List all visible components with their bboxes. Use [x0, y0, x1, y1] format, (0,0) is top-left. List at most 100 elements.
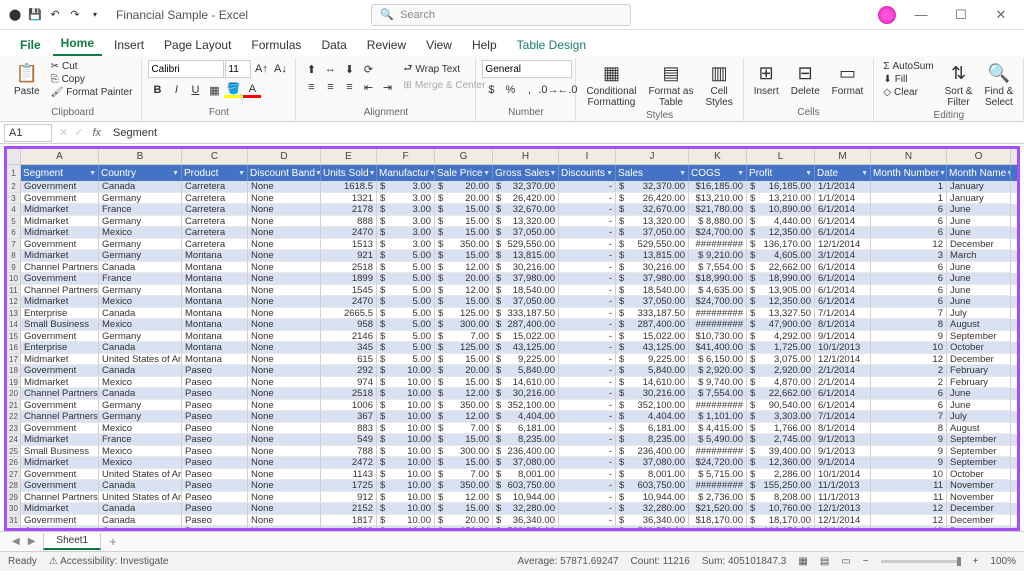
cell[interactable]: Mexico [99, 227, 182, 239]
cell[interactable]: 22,662.00 [747, 388, 815, 400]
indent-dec-icon[interactable]: ⇤ [359, 78, 377, 96]
cell[interactable]: 14,610.00 [493, 377, 559, 389]
avatar[interactable] [878, 6, 896, 24]
filter-dropdown-icon[interactable]: ▼ [1006, 170, 1011, 177]
cell[interactable]: 15.00 [435, 296, 493, 308]
cell[interactable]: 12/1/2014 [815, 515, 871, 527]
name-box[interactable]: A1 [4, 124, 52, 142]
cell[interactable]: June [947, 285, 1011, 297]
cell[interactable]: - [559, 342, 616, 354]
cell[interactable]: None [248, 331, 321, 343]
cell[interactable]: 6/1/2014 [815, 388, 871, 400]
cell[interactable]: 15.00 [435, 354, 493, 366]
cell[interactable]: 529,550.00 [493, 239, 559, 251]
filter-dropdown-icon[interactable]: ▼ [805, 170, 812, 177]
cell[interactable]: 5.00 [377, 331, 435, 343]
cell[interactable]: - [559, 423, 616, 435]
cell[interactable]: 3.00 [377, 227, 435, 239]
column-header[interactable]: C [182, 149, 248, 164]
cell[interactable]: 11 [871, 480, 947, 492]
cell[interactable]: 43,125.00 [616, 342, 689, 354]
comma-icon[interactable]: , [520, 81, 538, 99]
column-header[interactable]: J [616, 149, 689, 164]
cell[interactable]: 20.00 [435, 365, 493, 377]
filter-dropdown-icon[interactable]: ▼ [939, 170, 946, 177]
cell[interactable]: 6/1/2014 [815, 204, 871, 216]
cell[interactable]: 333,187.50 [616, 308, 689, 320]
underline-button[interactable]: U [186, 81, 204, 99]
cell[interactable]: None [248, 285, 321, 297]
cell[interactable]: 12/1/2014 [815, 239, 871, 251]
cell[interactable]: 7.00 [435, 469, 493, 481]
cell[interactable]: 12 [871, 526, 947, 531]
align-top-icon[interactable]: ⬆ [302, 60, 320, 78]
cell[interactable]: Midmarket [21, 296, 99, 308]
cell[interactable]: - [559, 308, 616, 320]
view-normal-icon[interactable]: ▦ [798, 556, 807, 567]
cell[interactable]: Canada [99, 388, 182, 400]
cell[interactable]: - [559, 434, 616, 446]
cell[interactable]: 10.00 [377, 377, 435, 389]
cell[interactable]: 6/1/2014 [815, 262, 871, 274]
cell[interactable]: Paseo [182, 423, 248, 435]
cell[interactable]: February [947, 365, 1011, 377]
cell[interactable]: Midmarket [21, 216, 99, 228]
column-header[interactable]: M [815, 149, 871, 164]
cell[interactable]: - [559, 193, 616, 205]
cell[interactable]: 1618.5 [321, 181, 377, 193]
column-header[interactable]: A [21, 149, 99, 164]
table-row[interactable]: 6MidmarketMexicoCarreteraNone24703.0015.… [7, 227, 1017, 239]
cell[interactable]: 18,170.00 [747, 515, 815, 527]
cell[interactable]: 549 [321, 434, 377, 446]
cell[interactable]: 10.00 [377, 400, 435, 412]
cell[interactable]: None [248, 503, 321, 515]
cell[interactable]: 7/1/2014 [815, 308, 871, 320]
cell[interactable]: 2,286.00 [747, 469, 815, 481]
cell[interactable]: - [559, 216, 616, 228]
cell[interactable]: None [248, 239, 321, 251]
cell[interactable]: None [248, 319, 321, 331]
number-format-select[interactable] [482, 60, 572, 78]
cell[interactable]: Montana [182, 273, 248, 285]
cell[interactable]: Government [21, 423, 99, 435]
cell[interactable]: 9 [871, 434, 947, 446]
cell[interactable]: ######### [689, 319, 747, 331]
insert-button[interactable]: ⊞Insert [750, 60, 783, 99]
autosum-button[interactable]: ΣAutoSum [880, 60, 936, 73]
cell[interactable]: Montana [182, 354, 248, 366]
cell[interactable]: 15.00 [435, 204, 493, 216]
cell[interactable]: ######### [689, 400, 747, 412]
cell[interactable]: Canada [99, 480, 182, 492]
cell[interactable]: 9/1/2013 [815, 434, 871, 446]
cell[interactable]: 7/1/2014 [815, 411, 871, 423]
zoom-in-button[interactable]: + [973, 556, 979, 567]
cell[interactable]: 5.00 [377, 273, 435, 285]
cell[interactable]: 4,292.00 [747, 331, 815, 343]
delete-button[interactable]: ⊟Delete [787, 60, 824, 99]
cell[interactable]: 22,662.00 [747, 262, 815, 274]
cell[interactable]: $10,730.00 [689, 331, 747, 343]
cell[interactable]: 10.00 [377, 492, 435, 504]
cell[interactable]: - [559, 400, 616, 412]
add-sheet-button[interactable]: + [109, 534, 117, 549]
cell[interactable]: 16,185.00 [747, 181, 815, 193]
cell[interactable]: Midmarket [21, 457, 99, 469]
cell[interactable]: $ 6,150.00 [689, 354, 747, 366]
cell[interactable]: 11/1/2013 [815, 492, 871, 504]
cell[interactable]: 5.00 [377, 342, 435, 354]
cell[interactable]: 18,990.00 [747, 273, 815, 285]
table-header-cell[interactable]: Country▼ [99, 165, 182, 181]
cell[interactable]: 15.00 [435, 250, 493, 262]
cell[interactable]: 6/1/2014 [815, 296, 871, 308]
cell[interactable]: 15.00 [435, 377, 493, 389]
cell[interactable]: - [559, 273, 616, 285]
filter-dropdown-icon[interactable]: ▼ [861, 170, 868, 177]
cell[interactable]: 10 [871, 469, 947, 481]
cell[interactable]: 30,216.00 [616, 262, 689, 274]
cell[interactable]: 12,360.00 [747, 457, 815, 469]
cell[interactable]: 367 [321, 411, 377, 423]
view-page-layout-icon[interactable]: ▤ [820, 556, 829, 567]
cell[interactable]: 26,420.00 [616, 193, 689, 205]
cell[interactable]: None [248, 181, 321, 193]
cell[interactable]: July [947, 411, 1011, 423]
